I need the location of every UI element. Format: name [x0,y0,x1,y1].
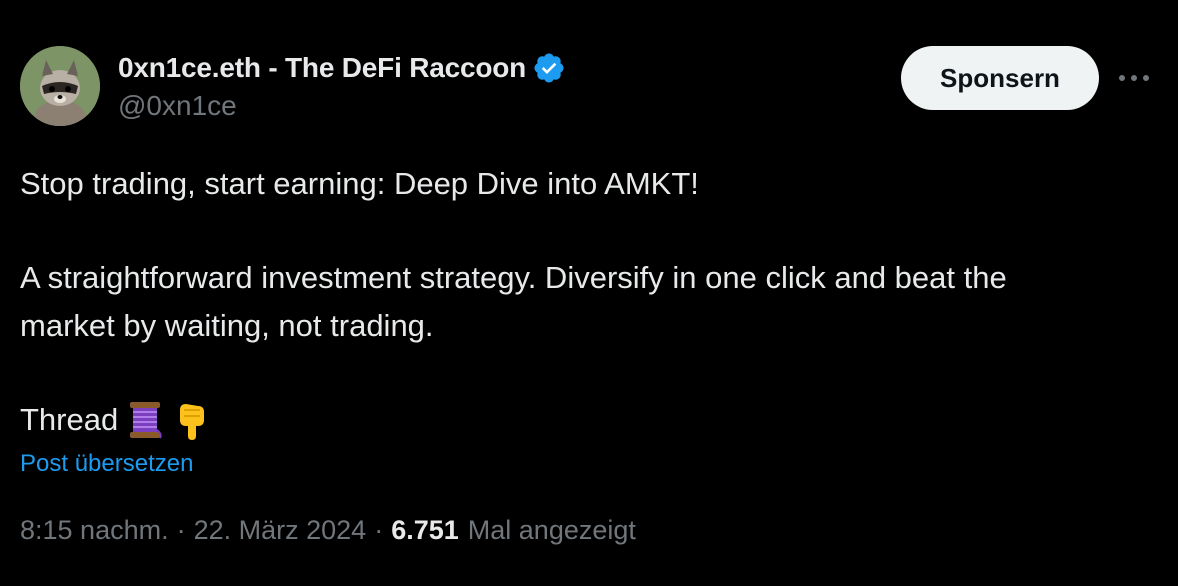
post-meta: 8:15 nachm. · 22. März 2024 · 6.751 Mal … [20,515,636,546]
author-avatar[interactable] [20,46,100,126]
more-options-button[interactable] [1114,60,1154,96]
sponsor-button[interactable]: Sponsern [901,46,1099,110]
meta-separator: · [176,515,186,545]
views-count[interactable]: 6.751 [391,515,459,546]
thread-line: Thread [20,396,1160,444]
translate-post-link[interactable]: Post übersetzen [20,450,193,478]
tweet-text: Stop trading, start earning: Deep Dive i… [20,160,1160,444]
tweet-line: A straightforward investment strategy. D… [20,260,1007,295]
author-name-row: 0xn1ce.eth - The DeFi Raccoon [118,48,566,88]
meta-separator: · [374,515,384,545]
post-date[interactable]: 22. März 2024 [194,515,367,546]
tweet-line: market by waiting, not trading. [20,308,434,343]
author-display-name[interactable]: 0xn1ce.eth - The DeFi Raccoon [118,52,526,84]
raccoon-avatar-icon [20,46,100,126]
views-label[interactable]: Mal angezeigt [459,515,636,546]
verified-badge-icon[interactable] [532,51,566,85]
thread-label: Thread [20,402,119,437]
spool-of-thread-icon [126,400,164,440]
more-horizontal-icon [1119,75,1149,81]
post-time[interactable]: 8:15 nachm. [20,515,169,546]
author-handle[interactable]: @0xn1ce [118,90,237,122]
tweet-line: Stop trading, start earning: Deep Dive i… [20,166,699,201]
pointing-down-icon [172,400,210,440]
